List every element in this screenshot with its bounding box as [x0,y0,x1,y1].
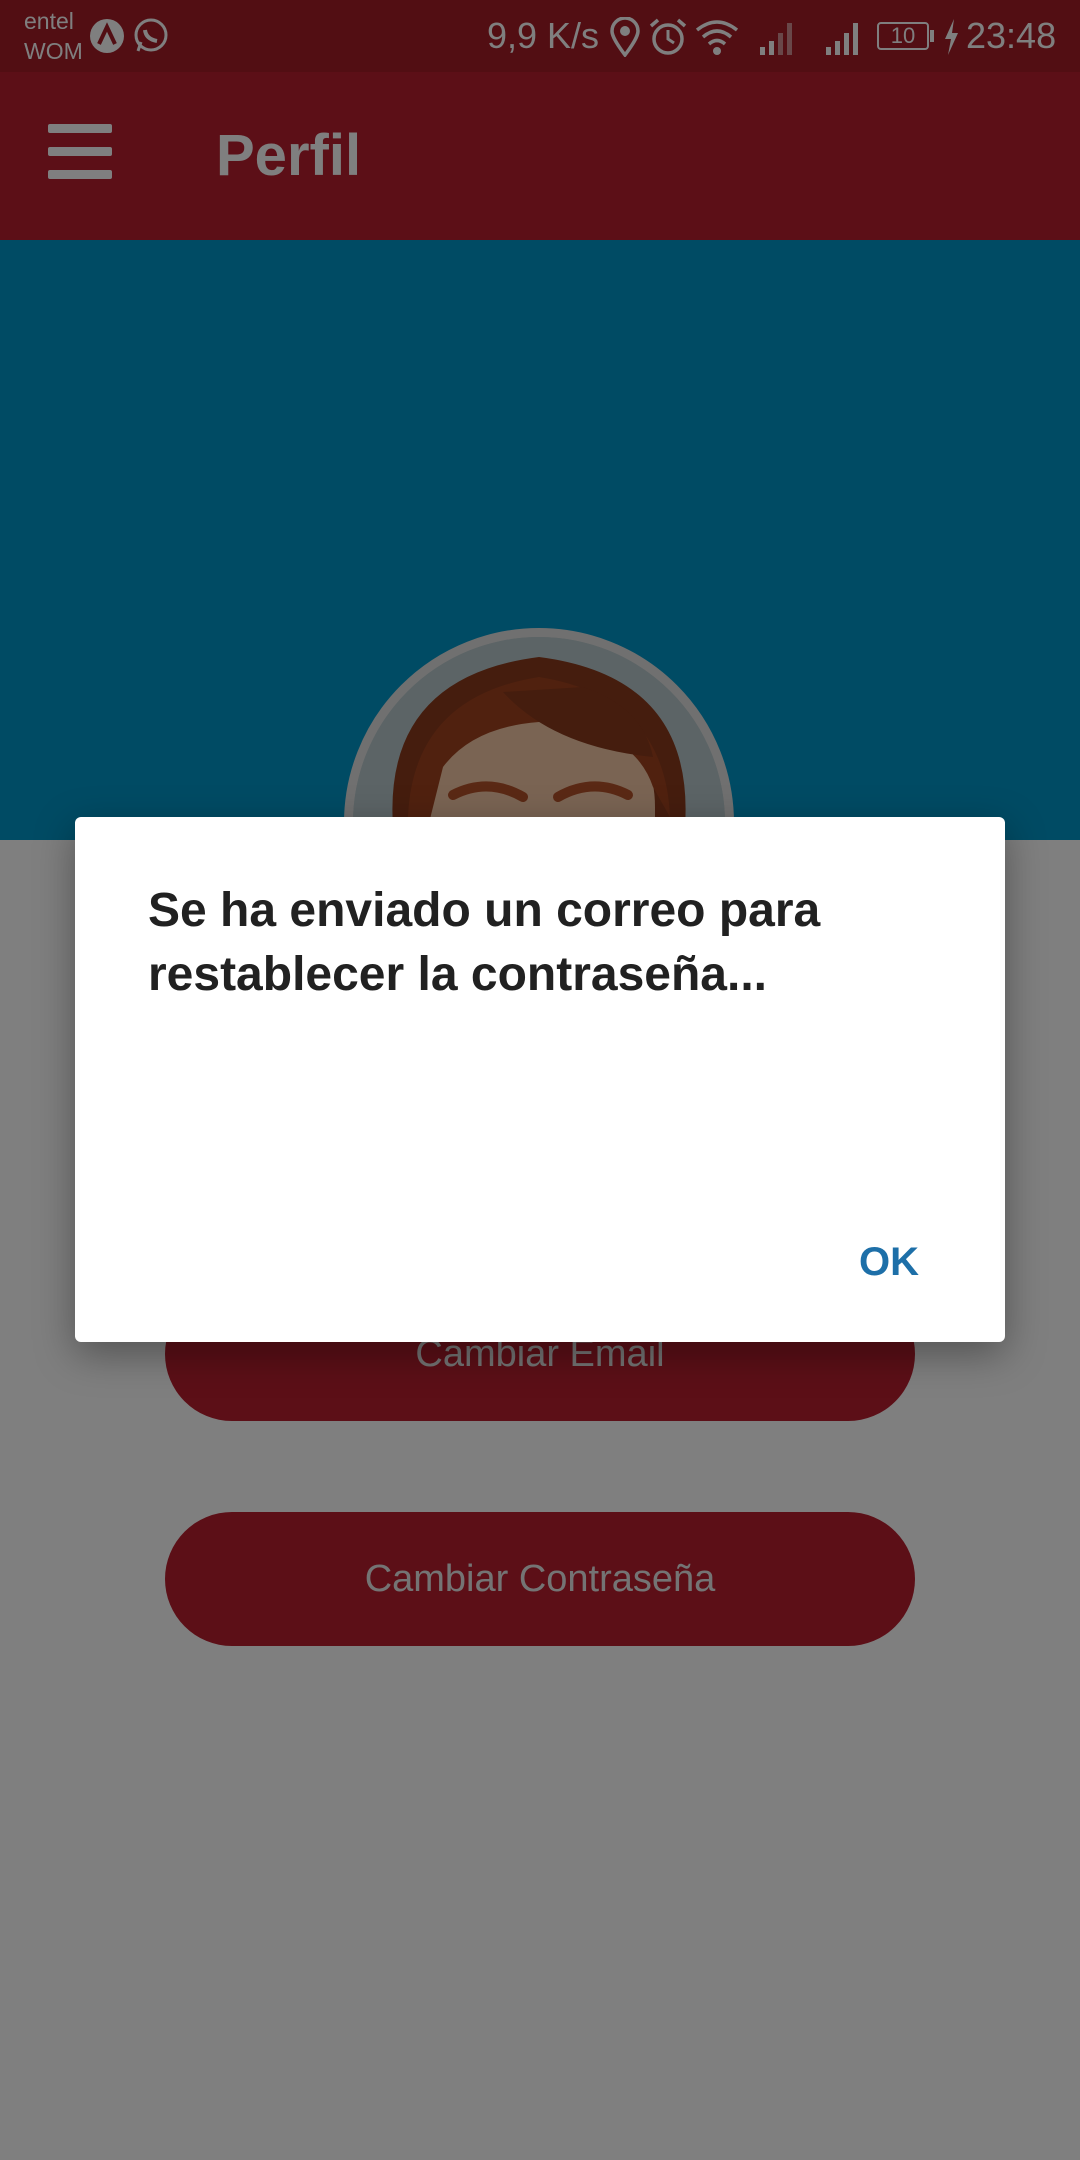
dialog-message: Se ha enviado un correo para restablecer… [148,884,821,1001]
ok-button[interactable]: OK [829,1225,949,1299]
alert-dialog: Se ha enviado un correo para restablecer… [75,817,1005,1342]
